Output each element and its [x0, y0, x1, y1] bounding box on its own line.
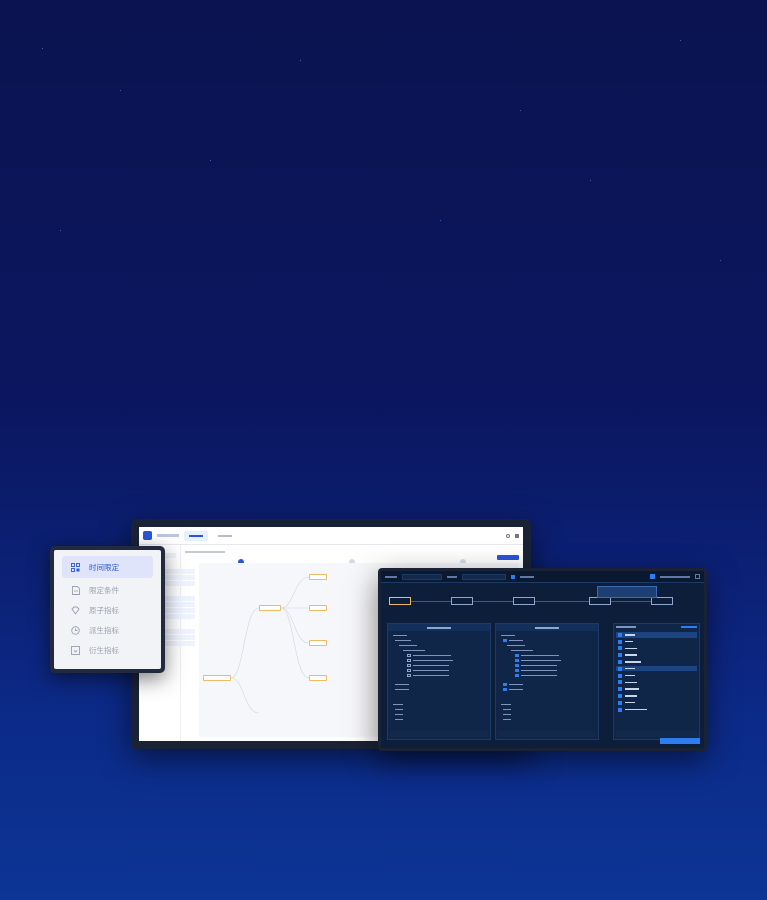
indicator-menu-panel: 时间限定 限定条件 原子指标 派生指标 衍生指标 — [50, 546, 165, 673]
light-tab[interactable] — [213, 531, 237, 541]
menu-item-label: 派生指标 — [89, 625, 119, 635]
menu-item-label: 时间限定 — [89, 562, 119, 572]
tree-search-input[interactable] — [498, 731, 596, 737]
light-ui-topbar — [139, 527, 523, 545]
selected-item[interactable] — [616, 680, 697, 686]
selected-search-input[interactable] — [616, 731, 699, 737]
menu-item-atomic[interactable]: 原子指标 — [62, 600, 153, 620]
app-logo — [143, 531, 152, 540]
dark-ui-toolbar — [381, 571, 704, 583]
map-leaf-node[interactable] — [309, 640, 327, 646]
map-leaf-node[interactable] — [309, 675, 327, 681]
flow-node[interactable] — [451, 597, 473, 605]
document-icon — [71, 585, 80, 595]
map-leaf-node[interactable] — [309, 574, 327, 580]
selected-item[interactable] — [616, 652, 697, 658]
breadcrumb — [185, 551, 225, 553]
flow-node-active[interactable] — [389, 597, 411, 605]
toggle-icon[interactable] — [650, 574, 655, 579]
menu-item-label: 限定条件 — [89, 585, 119, 595]
selected-item[interactable] — [616, 646, 697, 652]
indicator-menu: 时间限定 限定条件 原子指标 派生指标 衍生指标 — [54, 550, 161, 669]
selected-item[interactable] — [616, 659, 697, 665]
menu-item-label: 衍生指标 — [89, 645, 119, 655]
box-icon — [71, 645, 80, 655]
menu-item-time-limit[interactable]: 时间限定 — [62, 556, 153, 578]
fullscreen-icon[interactable] — [695, 574, 700, 579]
selected-item[interactable] — [616, 700, 697, 706]
selected-item[interactable] — [616, 686, 697, 692]
dark-confirm-button[interactable] — [660, 738, 700, 744]
mind-map-links — [230, 576, 310, 713]
menu-item-conditions[interactable]: 限定条件 — [62, 580, 153, 600]
selected-item[interactable] — [616, 632, 697, 638]
menu-item-composite[interactable]: 衍生指标 — [62, 640, 153, 660]
tree-list — [388, 631, 490, 724]
grid-icon — [71, 562, 80, 572]
dark-tree-panel-left — [387, 623, 491, 740]
clear-link[interactable] — [681, 626, 697, 628]
dark-ui-screen — [381, 571, 704, 748]
search-icon[interactable] — [506, 533, 510, 538]
menu-item-label: 原子指标 — [89, 605, 119, 615]
tree-list-checked — [496, 631, 598, 724]
flow-node[interactable] — [589, 597, 611, 605]
right-monitor — [378, 568, 707, 751]
checkbox-icon[interactable] — [511, 574, 515, 579]
selected-item[interactable] — [616, 665, 697, 672]
map-root-node[interactable] — [203, 675, 231, 681]
clock-icon — [71, 625, 80, 635]
tree-search-input[interactable] — [390, 731, 488, 737]
selected-item[interactable] — [616, 707, 697, 713]
flow-node[interactable] — [513, 597, 535, 605]
map-leaf-node[interactable] — [309, 605, 327, 611]
light-action-button[interactable] — [497, 555, 519, 560]
map-node[interactable] — [259, 605, 281, 611]
dark-select[interactable] — [402, 573, 442, 580]
logo-text-shape — [157, 534, 179, 537]
light-tab-active[interactable] — [184, 530, 208, 541]
selected-item[interactable] — [616, 639, 697, 645]
selected-item[interactable] — [616, 673, 697, 679]
flow-node[interactable] — [651, 597, 673, 605]
user-icon[interactable] — [515, 533, 519, 538]
selected-item[interactable] — [616, 693, 697, 699]
dark-select[interactable] — [462, 573, 506, 580]
diamond-icon — [71, 606, 80, 615]
dark-selected-list — [613, 623, 700, 740]
dark-tree-panel-right — [495, 623, 599, 740]
dark-tooltip — [597, 586, 657, 598]
menu-item-derived[interactable]: 派生指标 — [62, 620, 153, 640]
